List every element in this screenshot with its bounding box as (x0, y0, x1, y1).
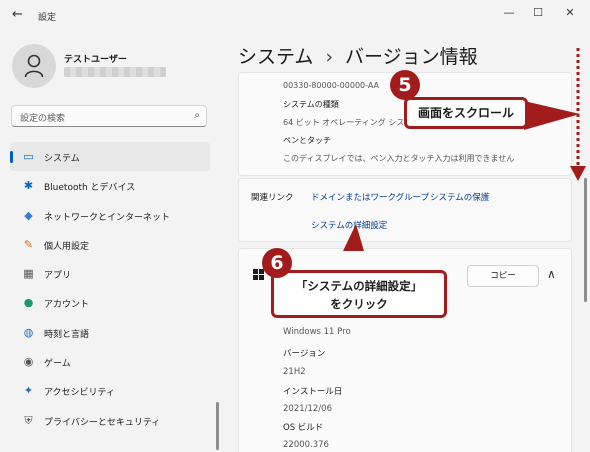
version-value: 21H2 (283, 367, 306, 377)
install-date-label: インストール日 (283, 387, 343, 397)
breadcrumb-current: バージョン情報 (345, 46, 478, 68)
sidebar-scrollbar[interactable] (216, 402, 219, 450)
step6-text-line1: 「システムの詳細設定」 (295, 279, 423, 293)
title-bar: ← 設定 — ☐ ✕ (0, 0, 590, 30)
pen-touch-label: ペンとタッチ (283, 136, 331, 145)
main-scrollbar[interactable] (584, 178, 587, 302)
sidebar-item[interactable]: ◉ ゲーム (10, 347, 210, 376)
sidebar-item-label: アプリ (44, 271, 72, 282)
search-placeholder: 設定の検索 (20, 114, 66, 124)
sidebar-item-label: アクセシビリティ (44, 388, 116, 399)
maximize-button[interactable]: ☐ (523, 3, 553, 23)
sidebar-item[interactable]: ● アカウント (10, 288, 210, 317)
step6-callout: 「システムの詳細設定」 をクリック (271, 270, 447, 318)
advanced-system-settings-link[interactable]: システムの詳細設定 (311, 219, 387, 231)
sidebar-item-label: ゲーム (44, 359, 71, 370)
sidebar-item-label: ネットワークとインターネット (44, 212, 171, 223)
search-icon: ⌕ (194, 110, 200, 121)
sidebar-item-label: プライバシーとセキュリティ (44, 417, 161, 428)
time-language-icon: ◍ (23, 325, 34, 339)
close-button[interactable]: ✕ (555, 3, 585, 23)
gaming-icon: ◉ (23, 355, 34, 369)
install-date-value: 2021/12/06 (283, 404, 332, 414)
network-icon: ◆ (24, 208, 33, 222)
version-label: バージョン (283, 349, 326, 359)
privacy-security-icon: ⛨ (24, 413, 33, 427)
system-protection-link[interactable]: システムの保護 (430, 191, 489, 203)
sidebar-item[interactable]: ▭ システム (10, 142, 210, 172)
breadcrumb-separator: › (325, 46, 334, 68)
sidebar-item[interactable]: ⛨ プライバシーとセキュリティ (10, 406, 210, 435)
pen-touch-value: このディスプレイでは、ペン入力とタッチ入力は利用できません (283, 154, 515, 163)
edition-value: Windows 11 Pro (283, 327, 351, 337)
app-title: 設定 (38, 13, 57, 23)
back-button[interactable]: ← (12, 8, 26, 22)
system-icon: ▭ (23, 150, 34, 163)
user-email-redacted (64, 67, 166, 77)
personalization-icon: ✎ (23, 237, 34, 251)
domain-workgroup-link[interactable]: ドメインまたはワークグループ (311, 191, 429, 203)
accessibility-icon: ✦ (23, 384, 34, 398)
page-title: システム › バージョン情報 (238, 42, 478, 69)
copy-button[interactable]: コピー (467, 265, 539, 287)
sidebar: テストユーザー 設定の検索 ⌕ ▭ システム ✱ Bluetooth とデバイス ◆ ネッ… (0, 30, 222, 452)
os-build-label: OS ビルド (283, 423, 324, 433)
step5-text: 画面をスクロール (417, 106, 514, 120)
bluetooth-icon: ✱ (23, 179, 34, 193)
sidebar-item[interactable]: ✎ 個人用設定 (10, 230, 210, 259)
system-type-value: 64 ビット オペレーティング システ (283, 118, 413, 127)
avatar[interactable] (12, 44, 56, 88)
sidebar-item[interactable]: ◆ ネットワークとインターネット (10, 201, 210, 230)
os-build-value: 22000.376 (283, 440, 329, 450)
sidebar-item[interactable]: ✦ アクセシビリティ (10, 376, 210, 405)
account-icon: ● (23, 296, 34, 310)
minimize-button[interactable]: — (494, 3, 524, 23)
apps-icon: ▦ (23, 267, 34, 281)
related-links-card: 関連リンク ドメインまたはワークグループ システムの保護 システムの詳細設定 (238, 178, 572, 242)
user-name: テストユーザー (64, 55, 127, 65)
sidebar-item-label: システム (44, 154, 80, 164)
sidebar-item[interactable]: ◍ 時刻と言語 (10, 318, 210, 347)
sidebar-item[interactable]: ✱ Bluetooth とデバイス (10, 171, 210, 200)
step6-text-line2: をクリック (330, 297, 388, 311)
sidebar-item-label: 時刻と言語 (44, 329, 90, 340)
sidebar-item-label: Bluetooth とデバイス (44, 183, 136, 194)
sidebar-nav: ▭ システム ✱ Bluetooth とデバイス ◆ ネットワークとインターネット ✎ 個人用… (10, 142, 210, 435)
step5-badge: 5 (390, 70, 420, 100)
system-type-label: システムの種類 (283, 100, 339, 109)
chevron-up-icon[interactable]: ∧ (547, 267, 556, 281)
related-links-title: 関連リンク (251, 193, 294, 203)
sidebar-item-label: 個人用設定 (44, 241, 90, 252)
product-id-value: 00330-80000-00000-AA (283, 81, 379, 90)
breadcrumb-system[interactable]: システム (238, 46, 313, 68)
sidebar-item[interactable]: ▦ アプリ (10, 259, 210, 288)
step6-badge: 6 (262, 248, 292, 278)
search-input[interactable]: 設定の検索 ⌕ (11, 105, 207, 127)
step5-callout: 画面をスクロール (404, 97, 528, 129)
sidebar-item-label: アカウント (44, 300, 90, 311)
user-icon (24, 54, 44, 78)
